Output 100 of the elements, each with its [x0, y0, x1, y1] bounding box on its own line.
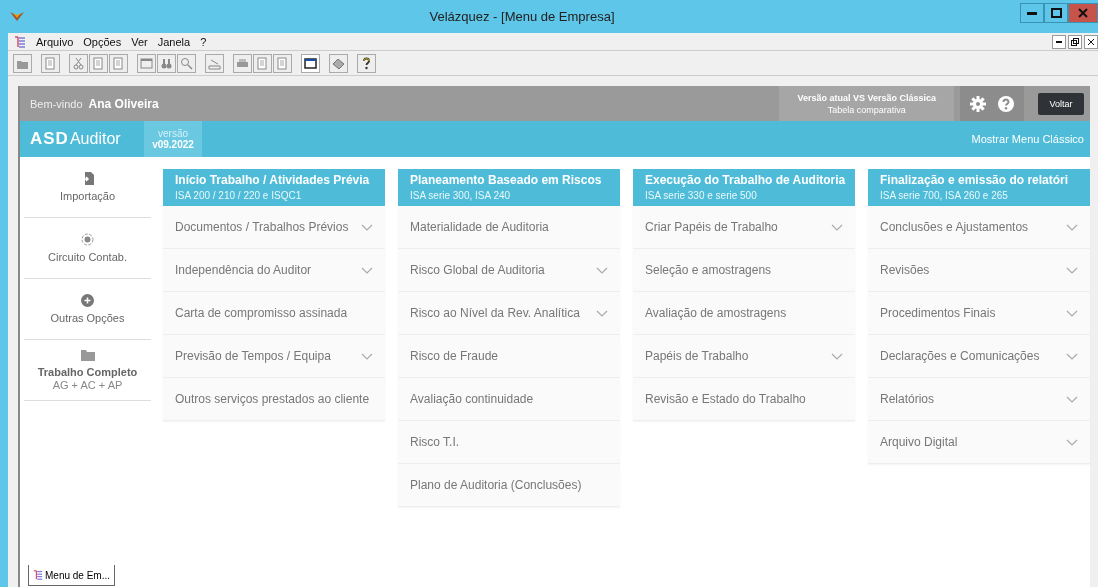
menu-option[interactable]: Avaliação continuidade	[398, 378, 620, 421]
option-label: Conclusões e Ajustamentos	[880, 220, 1029, 234]
chevron-down-icon	[1066, 352, 1078, 360]
menu-option[interactable]: Papéis de Trabalho	[633, 335, 855, 378]
sidebar-item[interactable]: Trabalho Completo AG + AC + AP	[24, 340, 151, 401]
sidebar-item[interactable]: Circuito Contab.	[24, 218, 151, 279]
menu-option[interactable]: Risco Global de Auditoria	[398, 249, 620, 292]
menu-option[interactable]: Seleção e amostragens	[633, 249, 855, 292]
option-label: Declarações e Comunicações	[880, 349, 1040, 363]
menu-option[interactable]: Previsão de Tempos / Equipa	[163, 335, 385, 378]
option-label: Papéis de Trabalho	[645, 349, 749, 363]
menu-option[interactable]: Conclusões e Ajustamentos	[868, 206, 1090, 249]
chevron-down-icon	[1066, 266, 1078, 274]
menu-option[interactable]: Independência do Auditor	[163, 249, 385, 292]
menu-option[interactable]: Arquivo Digital	[868, 421, 1090, 464]
menu-option[interactable]: Revisão e Estado do Trabalho	[633, 378, 855, 421]
question-icon	[360, 56, 373, 70]
help-icon[interactable]	[998, 95, 1014, 112]
option-label: Avaliação de amostragens	[645, 306, 787, 320]
window-title: Velázquez - [Menu de Empresa]	[428, 9, 616, 24]
option-label: Relatórios	[880, 392, 935, 406]
logo: ASD	[30, 129, 69, 149]
back-button[interactable]: Voltar	[1038, 92, 1084, 115]
menu-option[interactable]: Procedimentos Finais	[868, 292, 1090, 335]
restore-button[interactable]	[1068, 34, 1082, 49]
option-label: Previsão de Tempos / Equipa	[175, 349, 331, 363]
menu-item[interactable]: ?	[200, 35, 207, 48]
document-tab-icon	[33, 570, 43, 580]
sidebar-label: Trabalho Completo	[37, 365, 138, 379]
sidebar-item[interactable]: Importação	[24, 157, 151, 218]
welcome-label: Bem-vindo	[30, 97, 83, 110]
close-button[interactable]	[1084, 34, 1098, 49]
toolbar-button[interactable]	[329, 53, 348, 73]
option-label: Risco de Fraude	[410, 349, 499, 363]
menu-option[interactable]: Risco ao Nível da Rev. Analítica	[398, 292, 620, 335]
section-subtitle: ISA serie 700, ISA 260 e 265	[880, 188, 1009, 203]
window-icon	[140, 56, 153, 70]
sidebar-label: Outras Opções	[50, 311, 125, 325]
menu-item[interactable]: Janela	[157, 35, 191, 48]
minimize-button[interactable]	[1052, 34, 1066, 49]
menu-option[interactable]: Carta de compromisso assinada	[163, 292, 385, 335]
minimize-icon	[1027, 11, 1037, 15]
menu-item[interactable]: Opções	[83, 35, 122, 48]
section-title: Finalização e emissão do relatóri	[880, 172, 1070, 188]
chevron-down-icon	[831, 352, 843, 360]
section-title: Execução do Trabalho de Auditoria	[645, 172, 847, 188]
chevron-down-icon	[596, 309, 608, 317]
maximize-button[interactable]	[1044, 3, 1068, 23]
menu-option[interactable]: Relatórios	[868, 378, 1090, 421]
option-label: Materialidade de Auditoria	[410, 220, 549, 234]
chevron-down-icon	[361, 223, 373, 231]
menu-option[interactable]: Revisões	[868, 249, 1090, 292]
chevron-down-icon	[1066, 223, 1078, 231]
comparison-link[interactable]: Versão atual VS Versão Clássica Tabela comparativa	[779, 86, 954, 121]
option-label: Revisão e Estado do Trabalho	[645, 392, 806, 406]
menu-option[interactable]: Outros serviços prestados ao cliente	[163, 378, 385, 421]
folder-icon	[80, 349, 95, 361]
settings-icon[interactable]	[970, 95, 986, 112]
close-icon	[1078, 8, 1088, 18]
toolbar-button[interactable]	[357, 53, 376, 73]
minimize-button[interactable]	[1020, 3, 1044, 23]
option-label: Arquivo Digital	[880, 435, 958, 449]
menu-option[interactable]: Documentos / Trabalhos Prévios	[163, 206, 385, 249]
menu-option[interactable]: Risco de Fraude	[398, 335, 620, 378]
section-title: Início Trabalho / Atividades Prévia	[175, 172, 371, 188]
menu-item[interactable]: Ver	[131, 35, 148, 48]
chevron-down-icon	[1066, 395, 1078, 403]
version-badge: versão v09.2022	[144, 121, 202, 157]
section-subtitle: ISA 200 / 210 / 220 e ISQC1	[175, 188, 303, 203]
sidebar-item[interactable]: Outras Opções	[24, 279, 151, 340]
menu-option[interactable]: Risco T.I.	[398, 421, 620, 464]
chevron-down-icon	[1066, 309, 1078, 317]
option-label: Carta de compromisso assinada	[175, 306, 348, 320]
monitor-icon	[304, 56, 317, 70]
sidebar-label: Importação	[60, 189, 115, 203]
chevron-down-icon	[831, 223, 843, 231]
option-label: Documentos / Trabalhos Prévios	[175, 220, 349, 234]
binoculars-icon	[160, 56, 173, 70]
option-label: Criar Papéis de Trabalho	[645, 220, 778, 234]
option-label: Risco Global de Auditoria	[410, 263, 545, 277]
option-label: Outros serviços prestados ao cliente	[175, 392, 370, 406]
menu-option[interactable]: Declarações e Comunicações	[868, 335, 1090, 378]
document-tab[interactable]: Menu de Em...	[28, 565, 116, 586]
menu-option[interactable]: Criar Papéis de Trabalho	[633, 206, 855, 249]
menu-option[interactable]: Materialidade de Auditoria	[398, 206, 620, 249]
close-icon	[1088, 38, 1094, 45]
section-subtitle: ISA serie 300, ISA 240	[410, 188, 512, 203]
menu-app-icon	[14, 35, 26, 48]
option-label: Risco T.I.	[410, 435, 460, 449]
maximize-icon	[1050, 8, 1062, 18]
sidebar-label: Circuito Contab.	[48, 250, 127, 264]
option-label: Seleção e amostragens	[645, 263, 772, 277]
menu-option[interactable]: Avaliação de amostragens	[633, 292, 855, 335]
menu-option[interactable]: Plano de Auditoria (Conclusões)	[398, 464, 620, 507]
page-icon	[276, 56, 289, 70]
restore-icon	[1071, 37, 1079, 46]
menu-item[interactable]: Arquivo	[36, 35, 74, 48]
toolbar-button[interactable]	[301, 53, 320, 73]
user-name: Ana Oliveira	[88, 96, 160, 111]
option-label: Independência do Auditor	[175, 263, 312, 277]
